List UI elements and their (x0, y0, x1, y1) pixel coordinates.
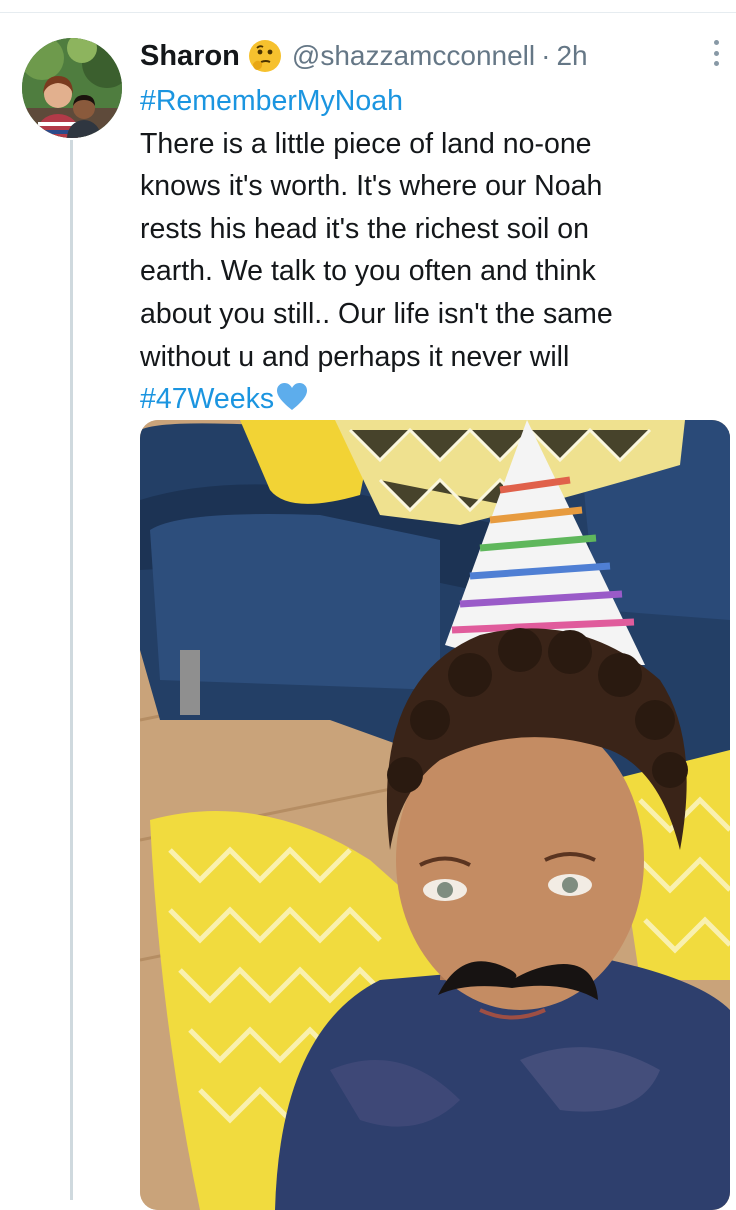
blue-heart-icon (276, 382, 308, 412)
thinking-face-icon (248, 39, 282, 73)
tweet-text-line: without u and perhaps it never will (140, 340, 570, 373)
tweet-text-line: rests his head it's the richest soil on (140, 212, 589, 245)
vertical-ellipsis-icon[interactable] (706, 40, 726, 66)
tweet-photo[interactable] (140, 420, 730, 1210)
tweet-text-line: about you still.. Our life isn't the sam… (140, 297, 613, 330)
thread-connector-line (70, 140, 73, 1200)
hashtag-remembermynoah[interactable]: #RememberMyNoah (140, 85, 403, 117)
timestamp[interactable]: 2h (556, 40, 587, 72)
author-name[interactable]: Sharon (140, 40, 240, 73)
tweet-text: #RememberMyNoah There is a little piece … (140, 80, 720, 421)
tweet-text-line: There is a little piece of land no-one (140, 127, 592, 160)
tweet-text-line: knows it's worth. It's where our Noah (140, 170, 603, 203)
author-handle[interactable]: @shazzamcconnell (292, 40, 535, 72)
separator-dot: · (541, 40, 551, 71)
top-divider (0, 12, 736, 13)
avatar[interactable] (22, 38, 122, 138)
tweet-text-line: earth. We talk to you often and think (140, 255, 596, 288)
hashtag-47weeks[interactable]: #47Weeks (140, 383, 274, 415)
tweet-header: Sharon @shazzamcconnell · 2h (140, 36, 712, 76)
